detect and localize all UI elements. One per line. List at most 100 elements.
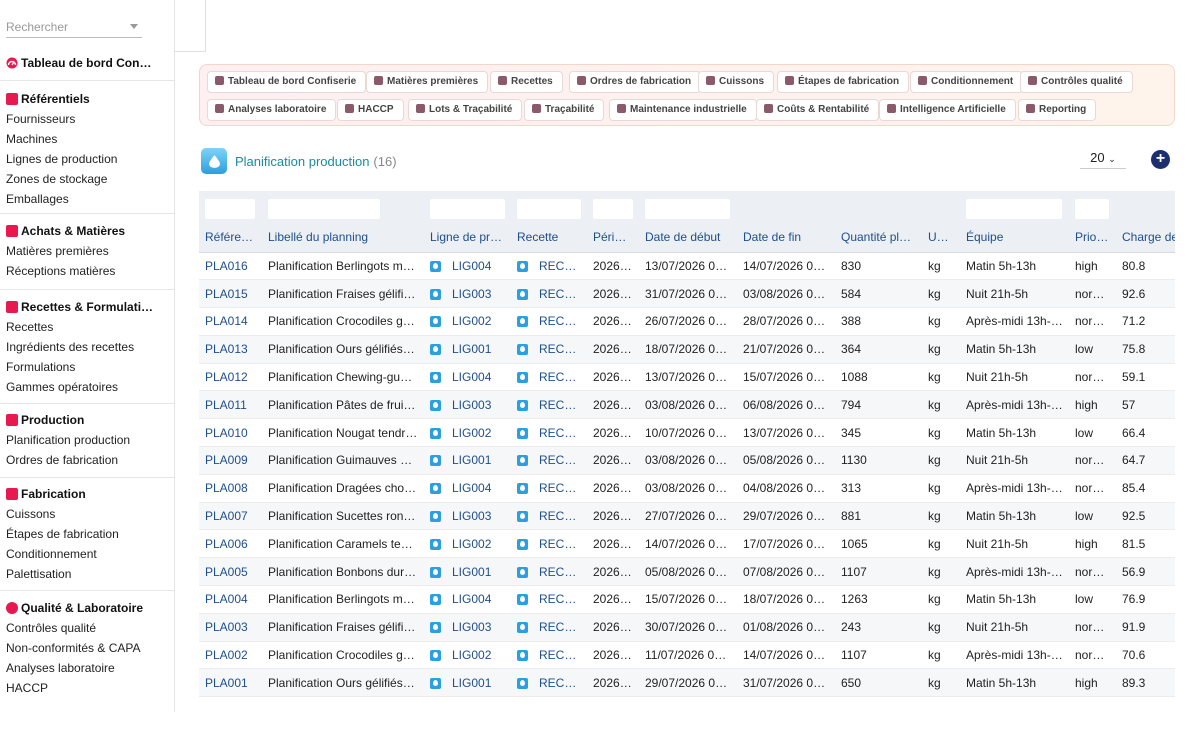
filter-input[interactable] — [205, 199, 255, 219]
table-cell[interactable]: LIG004 — [424, 585, 511, 614]
table-cell[interactable]: REC003 — [511, 613, 587, 642]
table-cell[interactable]: PLA014 — [199, 307, 262, 336]
table-cell[interactable]: PLA011 — [199, 390, 262, 420]
sidebar-item[interactable]: Emballages — [0, 189, 174, 209]
sidebar-item[interactable]: Matières premières — [0, 241, 174, 261]
table-cell[interactable]: PLA013 — [199, 335, 262, 364]
table-cell[interactable]: PLA002 — [199, 641, 262, 670]
sidebar-section-title[interactable]: Référentiels — [0, 89, 174, 109]
filter-input[interactable] — [268, 199, 380, 219]
table-cell[interactable]: LIG003 — [424, 613, 511, 642]
nav-button[interactable]: Cuissons — [698, 71, 775, 93]
table-cell[interactable]: REC006 — [511, 529, 587, 559]
table-cell[interactable]: PLA015 — [199, 279, 262, 309]
filter-input[interactable] — [1075, 199, 1109, 219]
table-cell[interactable]: LIG004 — [424, 252, 511, 281]
filter-input[interactable] — [966, 199, 1062, 219]
table-cell[interactable]: PLA008 — [199, 474, 262, 503]
nav-button[interactable]: Reporting — [1018, 99, 1097, 121]
table-cell[interactable]: PLA012 — [199, 363, 262, 392]
sidebar-item[interactable]: Formulations — [0, 357, 174, 377]
sidebar-item[interactable]: Gammes opératoires — [0, 377, 174, 397]
table-cell[interactable]: LIG002 — [424, 418, 511, 448]
column-header[interactable]: Recette — [511, 222, 587, 253]
column-header[interactable]: Date de début — [639, 222, 737, 253]
table-cell[interactable]: REC004 — [511, 585, 587, 614]
column-header[interactable]: Quantité pla… — [835, 222, 922, 253]
sidebar-section-title[interactable]: Recettes & Formulati… — [0, 297, 174, 317]
table-row[interactable]: PLA014 Planification Crocodiles gélif… LIG… — [199, 307, 1175, 336]
table-row[interactable]: PLA009 Planification Guimauves va… LIG001 R… — [199, 446, 1175, 475]
table-cell[interactable]: REC005 — [511, 557, 587, 587]
table-row[interactable]: PLA008 Planification Dragées choco… LIG004… — [199, 474, 1175, 503]
search-input[interactable]: Rechercher — [6, 18, 142, 38]
sidebar-item[interactable]: Non-conformités & CAPA — [0, 638, 174, 658]
filter-input[interactable] — [430, 199, 505, 219]
table-cell[interactable]: REC002 — [511, 641, 587, 670]
nav-button[interactable]: Tableau de bord Confiserie — [207, 71, 367, 93]
nav-button[interactable]: Lots & Traçabilité — [408, 99, 523, 121]
column-header[interactable]: Charge de — [1116, 222, 1175, 253]
table-row[interactable]: PLA007 Planification Sucettes ronde… LIG00… — [199, 502, 1175, 531]
table-cell[interactable]: LIG003 — [424, 279, 511, 309]
sidebar-item[interactable]: HACCP — [0, 678, 174, 698]
sidebar-item[interactable]: Recettes — [0, 317, 174, 337]
add-button[interactable]: + — [1151, 150, 1170, 169]
table-cell[interactable]: PLA001 — [199, 668, 262, 698]
table-cell[interactable]: LIG001 — [424, 446, 511, 475]
table-cell[interactable]: REC010 — [511, 418, 587, 448]
nav-button[interactable]: Maintenance industrielle — [609, 99, 757, 121]
table-cell[interactable]: REC002 — [511, 307, 587, 336]
table-row[interactable]: PLA001 Planification Ours gélifiés fr… LIG… — [199, 668, 1175, 698]
table-cell[interactable]: REC008 — [511, 474, 587, 503]
filter-input[interactable] — [645, 199, 730, 219]
sidebar-item[interactable]: Ingrédients des recettes — [0, 337, 174, 357]
sidebar-item[interactable]: Réceptions matières — [0, 261, 174, 281]
nav-button[interactable]: Intelligence Artificielle — [879, 99, 1016, 121]
table-cell[interactable]: REC011 — [511, 390, 587, 420]
sidebar-item[interactable]: Cuissons — [0, 504, 174, 524]
table-cell[interactable]: PLA004 — [199, 585, 262, 614]
table-row[interactable]: PLA004 Planification Berlingots men… LIG00… — [199, 585, 1175, 614]
table-cell[interactable]: LIG002 — [424, 307, 511, 336]
sidebar-item[interactable]: Lignes de production — [0, 149, 174, 169]
table-cell[interactable]: PLA007 — [199, 502, 262, 531]
sidebar-item[interactable]: Palettisation — [0, 564, 174, 584]
table-cell[interactable]: REC003 — [511, 279, 587, 309]
column-header[interactable]: Priorité — [1069, 222, 1116, 253]
sidebar-section-title[interactable]: Production — [0, 410, 174, 430]
table-cell[interactable]: REC001 — [511, 335, 587, 364]
filter-input[interactable] — [593, 199, 633, 219]
table-row[interactable]: PLA013 Planification Ours gélifiés fr… LIG… — [199, 335, 1175, 364]
sidebar-section-title[interactable]: Fabrication — [0, 484, 174, 504]
table-cell[interactable]: LIG003 — [424, 390, 511, 420]
table-row[interactable]: PLA011 Planification Pâtes de fruits … LIG… — [199, 390, 1175, 420]
table-row[interactable]: PLA015 Planification Fraises gélifiée… LIG… — [199, 279, 1175, 309]
table-cell[interactable]: REC012 — [511, 363, 587, 392]
table-cell[interactable]: LIG004 — [424, 363, 511, 392]
sidebar-item[interactable]: Fournisseurs — [0, 109, 174, 129]
table-row[interactable]: PLA010 Planification Nougat tendre … LIG00… — [199, 418, 1175, 448]
table-cell[interactable]: PLA009 — [199, 446, 262, 475]
table-row[interactable]: PLA003 Planification Fraises gélifiée… LIG… — [199, 613, 1175, 642]
nav-button[interactable]: Conditionnement — [910, 71, 1024, 93]
table-row[interactable]: PLA005 Planification Bonbons durs … LIG001… — [199, 557, 1175, 587]
page-size-select[interactable]: 20 ⌄ — [1080, 148, 1126, 169]
column-header[interactable]: Date de fin — [737, 222, 835, 253]
nav-button[interactable]: Contrôles qualité — [1020, 71, 1133, 93]
sidebar-section-title[interactable]: Achats & Matières — [0, 221, 174, 241]
nav-button[interactable]: Matières premières — [366, 71, 489, 93]
table-cell[interactable]: LIG001 — [424, 668, 511, 698]
column-header[interactable]: Référence — [199, 222, 262, 253]
nav-button[interactable]: Recettes — [490, 71, 563, 93]
table-cell[interactable]: PLA010 — [199, 418, 262, 448]
table-row[interactable]: PLA016 Planification Berlingots men… LIG00… — [199, 252, 1175, 281]
table-cell[interactable]: REC001 — [511, 668, 587, 698]
nav-button[interactable]: Analyses laboratoire — [207, 99, 337, 121]
nav-button[interactable]: Étapes de fabrication — [777, 71, 910, 93]
nav-button[interactable]: Traçabilité — [524, 99, 605, 121]
column-header[interactable]: Libellé du planning — [262, 222, 424, 253]
table-cell[interactable]: LIG004 — [424, 474, 511, 503]
sidebar-item[interactable]: Machines — [0, 129, 174, 149]
sidebar-item[interactable]: Contrôles qualité — [0, 618, 174, 638]
